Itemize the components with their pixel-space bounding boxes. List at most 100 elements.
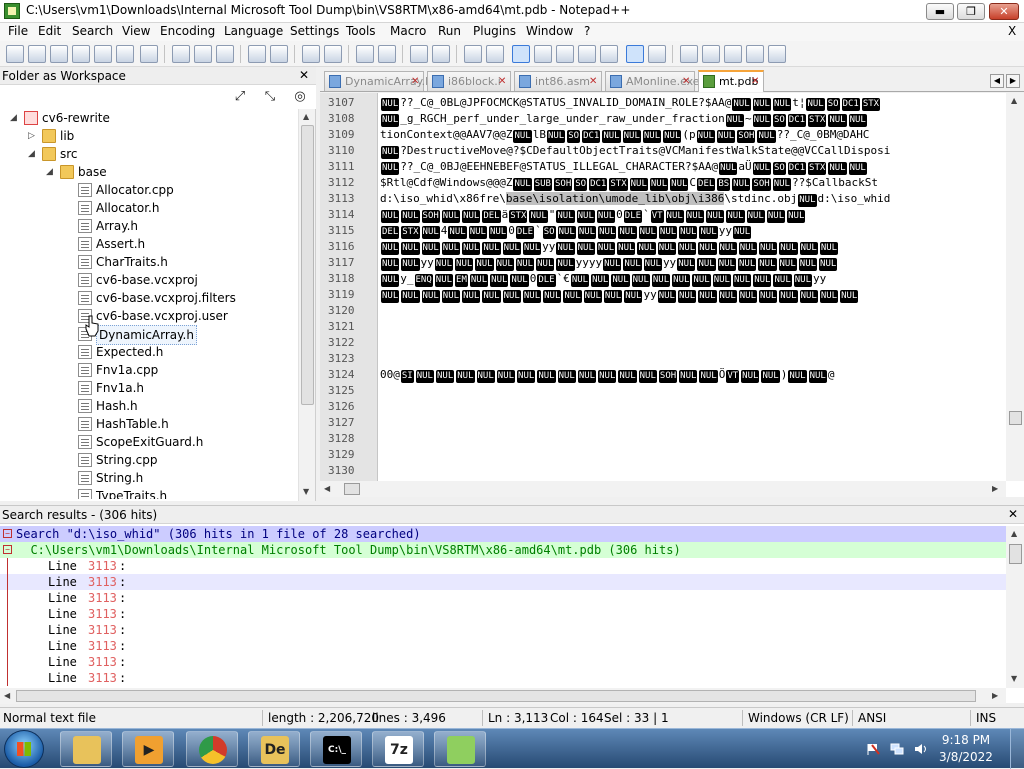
search-hit-line[interactable]: Line 3113: <box>0 622 1006 638</box>
tab-scroll-right-icon[interactable]: ▶ <box>1006 74 1020 88</box>
taskbar-notepadpp-button[interactable] <box>434 731 486 767</box>
tree-file-item[interactable]: TypeTraits.h <box>0 487 296 499</box>
tab-close-icon[interactable]: ✕ <box>498 72 506 91</box>
tab-close-icon[interactable]: ✕ <box>682 72 690 91</box>
editor-vertical-scrollbar[interactable]: ▲ <box>1006 93 1024 481</box>
tab-amonline-exe[interactable]: AMonline.exe ✕ <box>605 71 700 91</box>
search-hit-line[interactable]: Line 3113: <box>0 654 1006 670</box>
save-macro-icon[interactable] <box>768 45 786 63</box>
close-file-icon[interactable] <box>94 45 112 63</box>
search-hit-line[interactable]: Line 3113: <box>0 670 1006 686</box>
taskbar-explorer-button[interactable] <box>60 731 112 767</box>
menu-run[interactable]: Run <box>438 24 461 38</box>
search-hit-line[interactable]: Line 3113: <box>0 574 1006 590</box>
paste-icon[interactable] <box>216 45 234 63</box>
search-file-line[interactable]: − C:\Users\vm1\Downloads\Internal Micros… <box>0 542 1006 558</box>
tree-file-item[interactable]: String.h <box>0 469 296 487</box>
volume-icon[interactable] <box>914 742 928 756</box>
undo-icon[interactable] <box>248 45 266 63</box>
status-encoding[interactable]: ANSI <box>858 711 886 725</box>
workspace-scrollbar[interactable]: ▲ ▼ <box>298 109 315 501</box>
show-all-characters-icon[interactable] <box>486 45 504 63</box>
search-hit-line[interactable]: Line 3113: <box>0 606 1006 622</box>
status-eol[interactable]: Windows (CR LF) <box>748 711 849 725</box>
notepadpp-app-icon[interactable] <box>4 3 20 19</box>
minimize-button[interactable]: ▬ <box>926 3 954 20</box>
editor-scroll-right-icon[interactable]: ▶ <box>992 484 998 493</box>
code-area[interactable]: NUL ??_C@_0BL@JPFOCMCK@STATUS_INVALID_DOM… <box>378 93 1006 481</box>
search-hit-line[interactable]: Line 3113: <box>0 590 1006 606</box>
search-scroll-up-icon[interactable]: ▲ <box>1011 529 1017 538</box>
playback-macro-icon[interactable] <box>724 45 742 63</box>
tab-int86-asm[interactable]: int86.asm ✕ <box>514 71 602 91</box>
tree-file-item[interactable]: Fnv1a.cpp <box>0 361 296 379</box>
tree-file-item[interactable]: cv6-base.vcxproj.filters <box>0 289 296 307</box>
action-center-flag-icon[interactable] <box>866 742 880 756</box>
record-macro-icon[interactable] <box>680 45 698 63</box>
editor-vscroll-thumb[interactable] <box>1009 411 1022 425</box>
tab-mt-pdb[interactable]: mt.pdb ✕ <box>698 70 764 92</box>
search-hscroll-thumb[interactable] <box>16 690 976 702</box>
menu-settings[interactable]: Settings <box>290 24 339 38</box>
editor-pane[interactable]: 3107 3108 3109 3110 3111 3112 3113 3114 3115 3116… <box>320 93 1024 497</box>
search-vscroll-thumb[interactable] <box>1009 544 1022 564</box>
search-horizontal-scrollbar[interactable]: ◀ ▶ <box>0 688 1006 704</box>
zoom-out-icon[interactable] <box>378 45 396 63</box>
workspace-scroll-thumb[interactable] <box>301 125 314 405</box>
tree-expander-icon[interactable]: ◢ <box>10 109 20 127</box>
taskbar-media-player-button[interactable]: ▶ <box>122 731 174 767</box>
print-icon[interactable] <box>140 45 158 63</box>
stop-macro-icon[interactable] <box>702 45 720 63</box>
new-file-icon[interactable] <box>6 45 24 63</box>
menu-help[interactable]: ? <box>584 24 590 38</box>
menu-edit[interactable]: Edit <box>38 24 61 38</box>
search-scroll-left-icon[interactable]: ◀ <box>4 691 10 700</box>
word-wrap-icon[interactable] <box>464 45 482 63</box>
user-language-icon[interactable] <box>534 45 552 63</box>
menu-window[interactable]: Window <box>526 24 573 38</box>
close-window-button[interactable]: ✕ <box>989 3 1019 20</box>
tree-file-item[interactable]: Fnv1a.h <box>0 379 296 397</box>
tree-expander-icon[interactable]: ◢ <box>46 163 56 181</box>
close-all-icon[interactable] <box>116 45 134 63</box>
clock-date[interactable]: 3/8/2022 <box>934 750 998 764</box>
tree-file-item[interactable]: Expected.h <box>0 343 296 361</box>
folder-workspace-icon[interactable] <box>600 45 618 63</box>
scroll-up-arrow-icon[interactable]: ▲ <box>303 112 309 121</box>
search-scroll-down-icon[interactable]: ▼ <box>1011 674 1017 683</box>
function-list-icon[interactable] <box>578 45 596 63</box>
close-search-results-icon[interactable]: ✕ <box>1008 507 1018 521</box>
editor-hscroll-thumb[interactable] <box>344 483 360 495</box>
redo-icon[interactable] <box>270 45 288 63</box>
expand-all-icon[interactable]: ⤢ <box>232 89 248 105</box>
document-map-icon[interactable] <box>556 45 574 63</box>
editor-scroll-up-icon[interactable]: ▲ <box>1011 96 1017 105</box>
network-icon[interactable] <box>890 742 904 756</box>
tab-dynamicarray-h[interactable]: DynamicArray.h ✕ <box>324 71 432 91</box>
taskbar-de-app-button[interactable]: De <box>248 731 300 767</box>
fold-toggle-icon[interactable]: − <box>3 545 12 554</box>
menu-language[interactable]: Language <box>224 24 283 38</box>
tree-file-item[interactable]: DynamicArray.h <box>0 325 296 345</box>
tree-file-item[interactable]: CharTraits.h <box>0 253 296 271</box>
tree-file-item[interactable]: Assert.h <box>0 235 296 253</box>
status-insert-mode[interactable]: INS <box>976 711 996 725</box>
close-document-x[interactable]: X <box>1008 24 1016 38</box>
copy-icon[interactable] <box>194 45 212 63</box>
cut-icon[interactable] <box>172 45 190 63</box>
tab-close-icon[interactable]: ✕ <box>589 72 597 91</box>
tree-file-item[interactable]: cv6-base.vcxproj <box>0 271 296 289</box>
tree-folder-item[interactable]: ◢ base <box>0 163 296 181</box>
tree-folder-item[interactable]: ▷ lib <box>0 127 296 145</box>
menu-plugins[interactable]: Plugins <box>473 24 516 38</box>
clock-time[interactable]: 9:18 PM <box>934 733 998 747</box>
tree-folder-item[interactable]: ◢ cv6-rewrite <box>0 109 296 127</box>
show-desktop-button[interactable] <box>1010 729 1024 769</box>
taskbar-cmd-button[interactable]: C:\_ <box>310 731 362 767</box>
view-icon[interactable] <box>648 45 666 63</box>
sync-vertical-icon[interactable] <box>410 45 428 63</box>
save-all-icon[interactable] <box>72 45 90 63</box>
search-hit-line[interactable]: Line 3113: <box>0 558 1006 574</box>
tab-close-icon[interactable]: ✕ <box>751 72 759 91</box>
replace-icon[interactable] <box>324 45 342 63</box>
